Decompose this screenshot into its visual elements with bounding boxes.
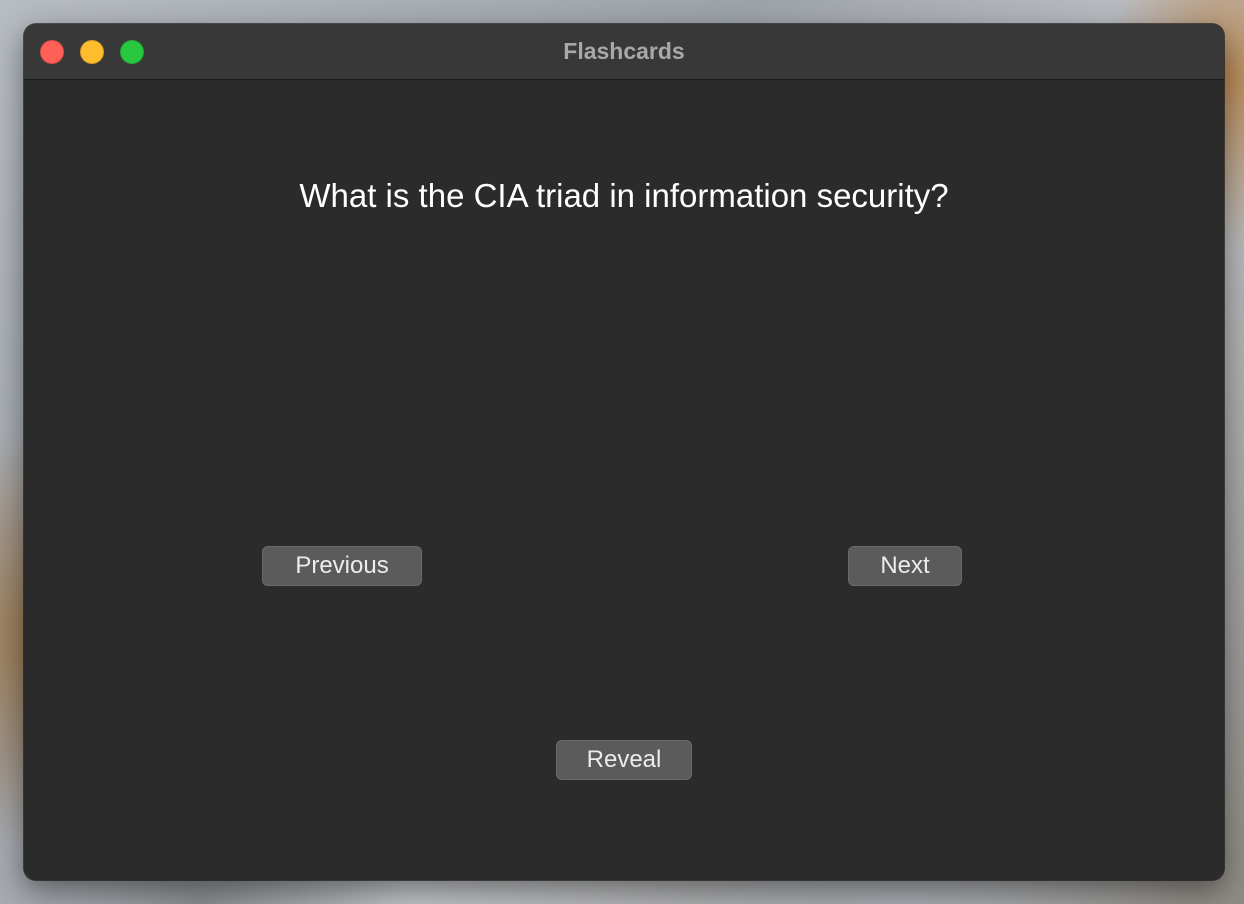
window-title: Flashcards [563,38,685,64]
question-text: What is the CIA triad in information sec… [299,177,949,214]
card-content: What is the CIA triad in information sec… [24,81,1224,880]
title-bar[interactable]: Flashcards [24,24,1224,80]
flashcards-window: Flashcards What is the CIA triad in info… [24,24,1224,880]
next-button[interactable]: Next [848,546,962,586]
reveal-button[interactable]: Reveal [556,740,692,780]
previous-button[interactable]: Previous [262,546,422,586]
